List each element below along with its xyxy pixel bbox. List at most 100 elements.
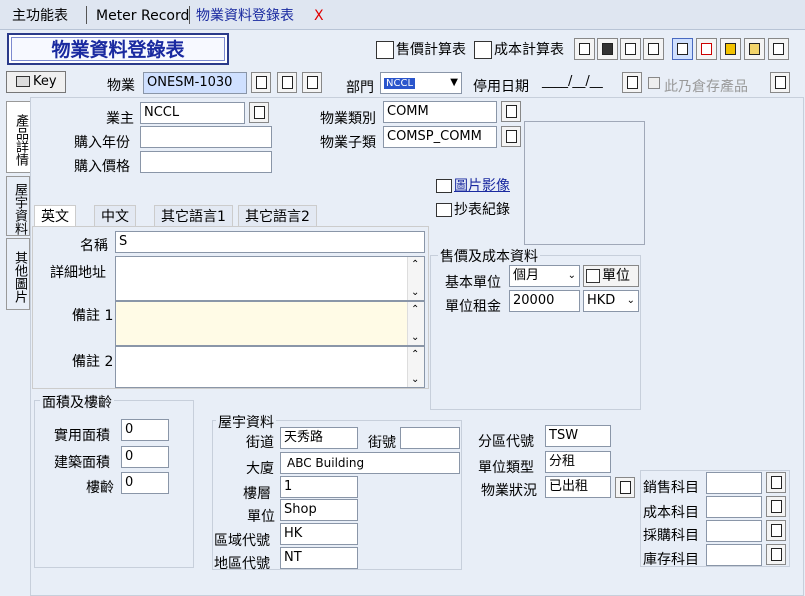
street-label: 街道 [246,435,274,451]
vtab-product-detail[interactable]: 產品詳情 [6,101,30,173]
delete-icon[interactable] [620,38,641,60]
remark2-textarea[interactable]: ⌃ ⌄ [115,346,425,388]
tab-separator [189,6,190,24]
dept-select[interactable]: NCCL ▼ [380,72,462,94]
edit-icon[interactable] [672,38,693,60]
prop-subtype-lookup-icon[interactable] [501,126,521,147]
chevron-down-icon: ⌄ [567,270,576,281]
cost-account-label: 成本科目 [643,505,699,521]
tab-property-form[interactable]: 物業資料登錄表 [196,5,294,27]
calendar-icon[interactable] [622,72,642,93]
prop-subtype-input[interactable]: COMSP_COMM [383,126,497,148]
vtab-building-info[interactable]: 屋宇資料 [6,176,30,236]
tab-meter-record[interactable]: Meter Record [96,5,189,27]
prop-type-label: 物業類別 [320,111,376,127]
prop-status-lookup-icon[interactable] [615,477,635,498]
exit-icon[interactable] [720,38,741,60]
lang-tab-chinese[interactable]: 中文 [94,205,136,227]
stock-account-lookup-icon[interactable] [766,544,786,565]
buy-price-input[interactable] [140,151,272,173]
prop-type-input[interactable]: COMM [383,101,497,123]
property-input[interactable]: ONESM-1030 [143,72,247,94]
lang-tab-english[interactable]: 英文 [34,205,76,227]
vtab-other-images[interactable]: 其他圖片 [6,238,30,310]
form-title: 物業資料登錄表 [11,37,225,61]
cost-account-input[interactable] [706,496,762,518]
base-unit-select[interactable]: 個月 ⌄ [509,265,580,287]
print-icon[interactable] [643,38,664,60]
lang-tab-other2[interactable]: 其它語言2 [238,205,317,227]
purchase-account-input[interactable] [706,520,762,542]
save-icon[interactable] [597,38,618,60]
stock-account-label: 庫存科目 [643,552,699,568]
prop-status-input[interactable]: 已出租 [545,476,611,498]
meter-link[interactable]: 抄表紀錄 [436,199,510,219]
sales-account-lookup-icon[interactable] [766,472,786,493]
property-browse-icon[interactable] [277,72,297,93]
zoom-icon[interactable] [302,72,322,93]
search-icon[interactable] [768,38,789,60]
street-no-input[interactable] [400,427,460,449]
close-tab-icon[interactable]: X [314,5,324,27]
calculator-icon [474,41,492,59]
address-textarea[interactable]: ⌃ ⌄ [115,256,425,301]
image-preview [524,121,645,245]
stock-account-input[interactable] [706,544,762,566]
region-code-input[interactable]: NT [280,547,358,569]
purchase-account-lookup-icon[interactable] [766,520,786,541]
cost-account-lookup-icon[interactable] [766,496,786,517]
sales-account-label: 銷售科目 [643,480,699,496]
owner-lookup-icon[interactable] [249,102,269,123]
camera-icon [436,179,452,193]
built-area-input[interactable]: 0 [121,446,169,468]
unit-input[interactable]: Shop [280,499,358,521]
warehouse-checkbox[interactable] [648,77,660,89]
unit-button[interactable]: 單位 [583,265,639,287]
building-input[interactable]: ABC Building [280,452,460,474]
tree-icon[interactable] [770,72,790,93]
prop-type-lookup-icon[interactable] [501,101,521,122]
price-group-title: 售價及成本資料 [438,246,540,266]
refresh-icon[interactable] [696,38,717,60]
stop-date-label: 停用日期 [473,79,529,95]
sales-account-input[interactable] [706,472,762,494]
name-label: 名稱 [80,238,108,254]
remark2-label: 備註 2 [72,354,114,370]
lang-tab-other1[interactable]: 其它語言1 [154,205,233,227]
calculator-icon [376,41,394,59]
cost-calc-button[interactable]: 成本計算表 [474,39,564,61]
sale-calc-button[interactable]: 售價計算表 [376,39,466,61]
image-link[interactable]: 圖片影像 [436,175,510,195]
key-button[interactable]: Key [6,71,66,93]
new-icon[interactable] [574,38,595,60]
image-link-label: 圖片影像 [454,178,510,194]
stop-date-input[interactable]: ____/__/__ [539,72,617,94]
scrollbar[interactable]: ⌃ ⌄ [407,257,424,300]
age-input[interactable]: 0 [121,472,169,494]
unit-label: 單位 [247,509,275,525]
document-icon [436,203,452,217]
scrollbar[interactable]: ⌃ ⌄ [407,347,424,387]
keyboard-icon [16,76,30,87]
tab-separator [86,6,87,24]
owner-input[interactable]: NCCL [140,102,245,124]
name-input[interactable]: S [115,231,425,253]
district-code-input[interactable]: TSW [545,425,611,447]
open-folder-icon[interactable] [744,38,765,60]
currency-value: HKD [587,293,616,308]
area-code-input[interactable]: HK [280,523,358,545]
floor-input[interactable]: 1 [280,476,358,498]
buy-year-input[interactable] [140,126,272,148]
tab-main-menu[interactable]: 主功能表 [12,5,68,27]
base-unit-value: 個月 [513,268,540,283]
scrollbar[interactable]: ⌃ ⌄ [407,302,424,345]
street-input[interactable]: 天秀路 [280,427,358,449]
unit-type-input[interactable]: 分租 [545,451,611,473]
currency-select[interactable]: HKD ⌄ [583,290,639,312]
remark1-textarea[interactable]: ⌃ ⌄ [115,301,425,346]
built-area-label: 建築面積 [54,455,110,471]
buy-year-label: 購入年份 [74,135,130,151]
property-lookup-icon[interactable] [251,72,271,93]
unit-rent-input[interactable]: 20000 [509,290,580,312]
usable-area-input[interactable]: 0 [121,419,169,441]
